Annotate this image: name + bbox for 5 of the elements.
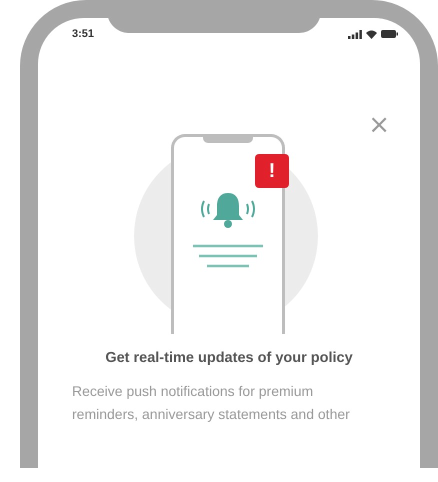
dialog-body: Receive push notifications for premium reminders, anniversary statements and other <box>72 382 351 424</box>
dialog-title: Get real-time updates of your policy <box>104 350 354 366</box>
alert-badge: ! <box>255 154 289 188</box>
close-button[interactable]: × <box>368 112 390 138</box>
status-time: 3:51 <box>72 28 94 40</box>
